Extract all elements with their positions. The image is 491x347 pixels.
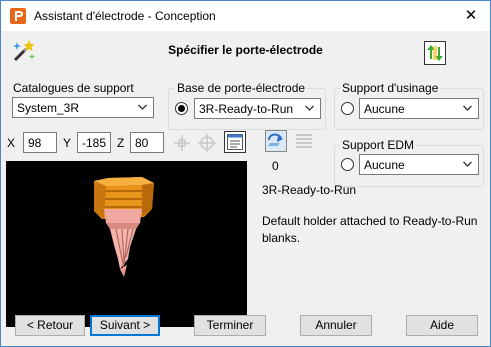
y-value: -185: [82, 136, 107, 150]
edm-support-value: Aucune: [364, 158, 405, 172]
edm-support-select[interactable]: Aucune: [359, 154, 479, 175]
window-title: Assistant d'électrode - Conception: [34, 9, 216, 23]
z-input[interactable]: 80: [130, 132, 164, 153]
swap-holder-button[interactable]: [424, 41, 446, 65]
base-label: Base de porte-électrode: [175, 81, 308, 95]
rotate-button[interactable]: [265, 130, 287, 152]
title-bar: Assistant d'électrode - Conception ✕: [1, 1, 490, 31]
y-label: Y: [63, 136, 72, 150]
z-label: Z: [117, 136, 125, 150]
list-dialog-button[interactable]: [224, 131, 246, 153]
wizard-body: Spécifier le porte-électrode Catalogues …: [1, 31, 490, 346]
base-value: 3R-Ready-to-Run: [199, 102, 294, 116]
chevron-down-icon: [463, 105, 472, 111]
swap-holder-icon: [427, 45, 443, 61]
cancel-button[interactable]: Annuler: [300, 315, 372, 336]
rotation-count: 0: [272, 159, 279, 173]
chevron-down-icon: [305, 105, 314, 111]
menu-lines-icon[interactable]: [294, 131, 314, 151]
holder-description: Default holder attached to Ready-to-Run …: [262, 214, 478, 245]
rotate-icon: [268, 133, 283, 146]
machining-support-select[interactable]: Aucune: [359, 98, 479, 119]
crosshair-icon[interactable]: [198, 134, 216, 152]
y-input[interactable]: -185: [77, 132, 111, 153]
base-select[interactable]: 3R-Ready-to-Run: [194, 98, 321, 119]
x-value: 98: [28, 136, 42, 150]
edm-support-radio[interactable]: [341, 158, 354, 171]
holder-3d-viewport[interactable]: [6, 161, 247, 327]
help-button[interactable]: Aide: [406, 315, 478, 336]
app-logo-icon: [10, 8, 26, 24]
close-button[interactable]: ✕: [456, 3, 486, 29]
wizard-window: Assistant d'électrode - Conception ✕ Spé…: [0, 0, 491, 347]
holder-model-image: [94, 177, 154, 277]
finish-button[interactable]: Terminer: [194, 315, 266, 336]
next-button[interactable]: Suivant >: [90, 315, 160, 336]
snap-point-icon[interactable]: [173, 134, 191, 152]
x-input[interactable]: 98: [23, 132, 57, 153]
chevron-down-icon: [463, 161, 472, 167]
holder-name: 3R-Ready-to-Run: [262, 183, 357, 197]
catalogues-value: System_3R: [17, 101, 80, 115]
list-dialog-icon: [227, 134, 243, 150]
machining-support-value: Aucune: [364, 102, 405, 116]
machining-support-label: Support d'usinage: [340, 81, 441, 95]
chevron-down-icon: [138, 104, 147, 110]
base-radio[interactable]: [175, 102, 188, 115]
back-button[interactable]: < Retour: [15, 315, 85, 336]
page-heading: Spécifier le porte-électrode: [168, 43, 323, 57]
x-label: X: [7, 136, 16, 150]
catalogues-select[interactable]: System_3R: [12, 97, 154, 118]
catalogues-label: Catalogues de support: [13, 81, 134, 95]
z-value: 80: [135, 136, 149, 150]
edm-support-label: Support EDM: [340, 138, 417, 152]
machining-support-radio[interactable]: [341, 102, 354, 115]
